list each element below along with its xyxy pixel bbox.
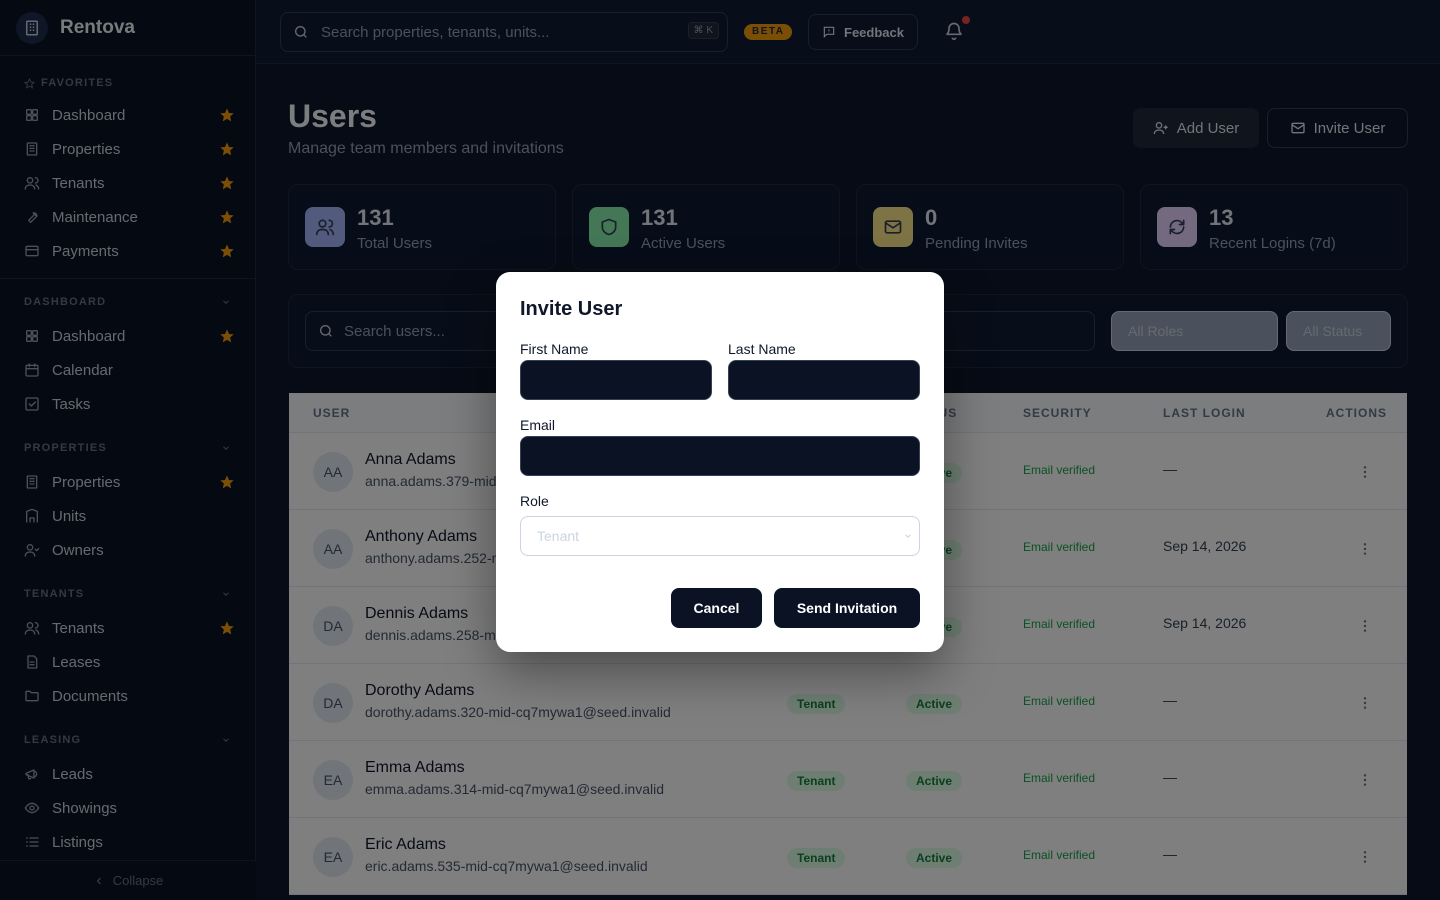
email-field[interactable] bbox=[520, 436, 920, 476]
last-name-field[interactable] bbox=[728, 360, 920, 400]
last-name-label: Last Name bbox=[728, 341, 796, 357]
first-name-label: First Name bbox=[520, 341, 589, 357]
role-label: Role bbox=[520, 493, 549, 509]
modal-title: Invite User bbox=[520, 298, 623, 320]
send-invitation-label: Send Invitation bbox=[796, 600, 898, 616]
email-label: Email bbox=[520, 417, 556, 433]
cancel-button[interactable]: Cancel bbox=[671, 588, 762, 628]
role-select-value: Tenant bbox=[537, 528, 580, 544]
role-select[interactable]: Tenant bbox=[520, 516, 920, 556]
chevron-down-icon bbox=[905, 534, 911, 538]
first-name-field[interactable] bbox=[520, 360, 712, 400]
send-invitation-button[interactable]: Send Invitation bbox=[774, 588, 920, 628]
invite-user-modal: Invite User First Name Last Name Email R… bbox=[496, 272, 944, 652]
cancel-label: Cancel bbox=[693, 600, 740, 616]
